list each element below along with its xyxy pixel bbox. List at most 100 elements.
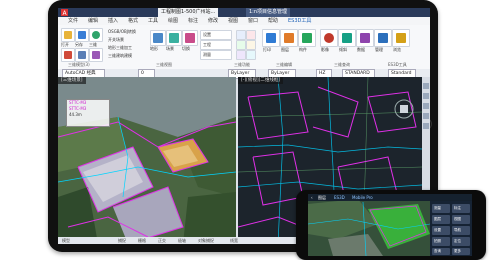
open-label: 打开 [61,42,69,47]
oblique-button[interactable] [338,29,356,47]
ribbon-item-scene[interactable]: 开关场景 [108,37,124,42]
cad-button[interactable] [89,48,103,62]
info-label-3: 44.3m [69,112,82,117]
tab-document[interactable]: 工程制图1-500广州站... [158,8,219,17]
menu-es3d[interactable]: ES3D工具 [288,17,311,25]
viewport-3d[interactable]: [三维场景] STTC-M3 STTC-M3 44.3m [58,77,236,244]
app-logo-icon: A [61,9,68,16]
ribbon-item-osgb[interactable]: OSGB/OBJ转换 [108,29,136,34]
phone-tool-layer[interactable]: 图层 [432,215,450,224]
data-label: 数据 [357,47,365,52]
tiles-icon[interactable] [236,50,246,60]
menu-edit[interactable]: 编辑 [88,17,98,25]
project-button[interactable]: 工程 [200,40,232,50]
snap-toggle[interactable]: 捕捉 [118,237,126,244]
terrain-label: 地形 [150,46,158,51]
load-button[interactable] [61,48,75,62]
phone-tool-locate[interactable]: 定位 [452,237,470,246]
3d-label: 三维 [89,42,97,47]
menu-modify[interactable]: 修改 [208,17,218,25]
stats-icon[interactable] [246,40,256,50]
palette-tool-4[interactable] [423,113,429,119]
viewport-2d-header[interactable]: [-][俯视][二维线框] [238,77,284,84]
tab-document-2[interactable]: 1:n项目信息管理 [246,8,291,17]
phone-tool-photo[interactable]: 拍照 [432,237,450,246]
print-label: 打印 [263,47,271,52]
viewport-3d-header[interactable]: [三维场景] [58,77,86,84]
open-button[interactable] [61,28,75,42]
phone-tool-settings[interactable]: 设置 [432,226,450,235]
ribbon-item-terrain[interactable]: 地形三维加工 [108,45,132,50]
manage-button[interactable] [374,29,392,47]
grid-toggle[interactable]: 栅格 [138,237,146,244]
phone-screen: ‹ 图层 ES3D Mobile Pro 测量 标注 图层 视图 设置 导航 拍… [308,194,472,256]
palette-tool-5[interactable] [423,123,429,129]
imagery-button[interactable] [320,29,338,47]
data-button[interactable] [356,29,374,47]
ribbon-item-building[interactable]: 三维建筑建模 [108,53,132,58]
phone-tool-measure[interactable]: 测量 [432,204,450,213]
browse-button[interactable] [392,29,410,47]
switch-label: 切换 [182,46,190,51]
saveas-label: 另存 [75,42,83,47]
menu-format[interactable]: 格式 [128,17,138,25]
phone-back-icon[interactable]: ‹ [311,194,313,201]
phone-app-title: 图层 [318,195,326,200]
menu-draw[interactable]: 绘图 [168,17,178,25]
browse-label: 浏览 [393,47,401,52]
palette-tool-3[interactable] [423,103,429,109]
menu-window[interactable]: 窗口 [248,17,258,25]
scene-button[interactable] [166,30,182,46]
group-label-view: 三维视图 [156,62,172,67]
model-icon[interactable] [236,40,246,50]
model-tab[interactable]: 模型 [62,237,70,244]
oblique-label: 倾斜 [339,47,347,52]
osnap-toggle[interactable]: 对象捕捉 [198,237,214,244]
ribbon-toolbar: 打开 另存 三维 OSGB/OBJ转换 开关场景 地形三维加工 三维建筑建模 地… [58,25,430,70]
phone-tool-annotate[interactable]: 标注 [452,204,470,213]
group-label-query: 三维查询 [334,62,350,67]
group-label-function: 三维功能 [234,62,250,67]
component-label: 构件 [299,47,307,52]
info-tooltip: STTC-M3 STTC-M3 44.3m [66,99,110,127]
imagery-label: 影像 [321,47,329,52]
switch-button[interactable] [182,30,198,46]
menu-dimension[interactable]: 标注 [188,17,198,25]
measure-button[interactable]: 测量 [200,50,232,60]
phone-subtitle: ES3D [334,195,345,200]
polar-toggle[interactable]: 极轴 [178,237,186,244]
menu-help[interactable]: 帮助 [268,17,278,25]
menu-view[interactable]: 视图 [228,17,238,25]
manage-label: 管理 [375,47,383,52]
ortho-toggle[interactable]: 正交 [158,237,166,244]
settings-button[interactable]: 设置 [200,30,232,40]
manage-icon[interactable] [246,50,256,60]
view-icon[interactable] [236,30,246,40]
group-label-es3d: ES3D工具 [388,62,407,67]
terrain-button[interactable] [150,30,166,46]
menu-insert[interactable]: 插入 [108,17,118,25]
phone-tool-query[interactable]: 查询 [432,248,450,255]
export-button[interactable] [75,48,89,62]
palette-tool-2[interactable] [423,93,429,99]
phone-tool-panel: 测量 标注 图层 视图 设置 导航 拍照 定位 查询 更多 [430,201,472,256]
group-label-model: 三维模型(3) [68,62,90,67]
phone-tool-more[interactable]: 更多 [452,248,470,255]
group-label-edit: 三维编辑 [276,62,292,67]
3d-button[interactable] [89,28,103,42]
component-button[interactable] [298,29,316,47]
print-button[interactable] [262,29,280,47]
layer-button[interactable] [280,29,298,47]
menu-tools[interactable]: 工具 [148,17,158,25]
range-icon[interactable] [246,30,256,40]
phone-tool-navigate[interactable]: 导航 [452,226,470,235]
palette-tool-1[interactable] [423,83,429,89]
saveas-button[interactable] [75,28,89,42]
phone-title-bar: ‹ 图层 ES3D Mobile Pro [308,194,472,201]
menu-file[interactable]: 文件 [68,17,78,25]
layer-label: 图层 [281,47,289,52]
phone-tag: Mobile Pro [352,195,373,200]
lineweight-toggle[interactable]: 线宽 [230,237,238,244]
phone-tool-view[interactable]: 视图 [452,215,470,224]
title-bar: A 工程制图1-500广州站... 1:n项目信息管理 [58,8,430,17]
